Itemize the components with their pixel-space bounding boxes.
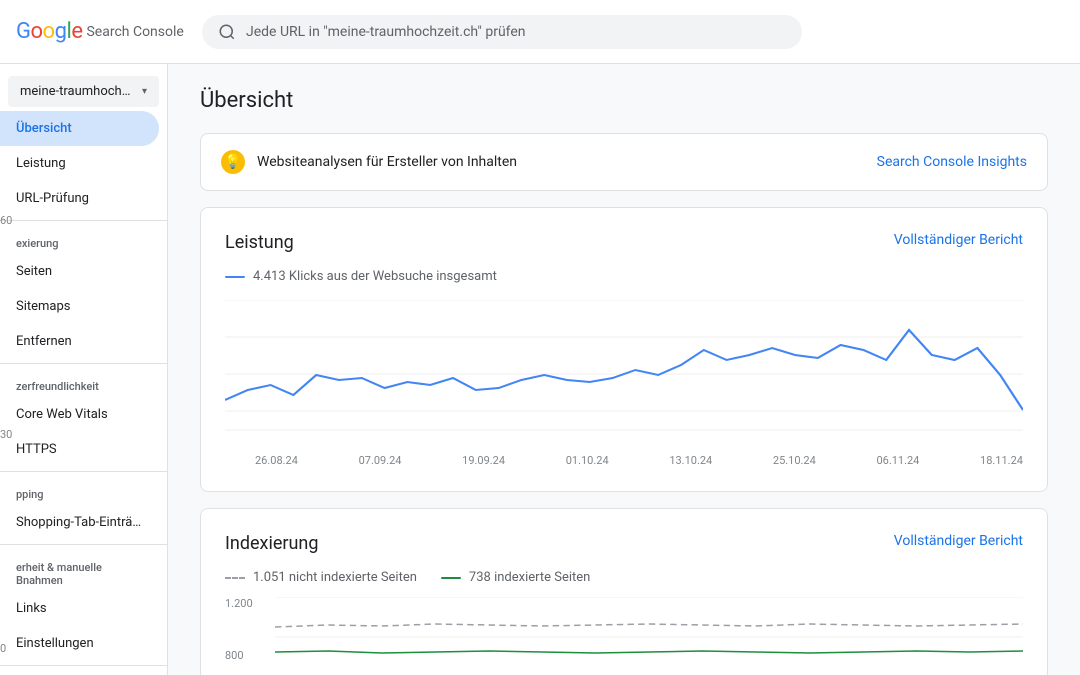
search-console-logo-text: Search Console [86, 24, 183, 40]
search-placeholder-text: Jede URL in "meine-traumhochzeit.ch" prü… [246, 24, 526, 40]
dropdown-arrow-icon: ▾ [142, 86, 147, 97]
search-bar[interactable]: Jede URL in "meine-traumhochzeit.ch" prü… [202, 15, 802, 49]
info-banner: 💡 Websiteanalysen für Ersteller von Inha… [200, 133, 1048, 191]
search-icon [218, 23, 236, 41]
x-label-3: 01.10.24 [566, 454, 609, 467]
performance-legend-label: 4.413 Klicks aus der Websuche insgesamt [253, 269, 497, 284]
search-console-insights-link[interactable]: Search Console Insights [877, 154, 1027, 170]
performance-card-header: Leistung Vollständiger Bericht [225, 232, 1023, 253]
logo-area: Google Search Console [16, 19, 186, 44]
x-label-0: 26.08.24 [255, 454, 298, 467]
info-banner-text: Websiteanalysen für Ersteller von Inhalt… [257, 154, 877, 170]
app-body: meine-traumhochze... ▾ Übersicht Leistun… [0, 64, 1080, 675]
indexing-legend-not-indexed: 1.051 nicht indexierte Seiten [225, 570, 417, 585]
x-label-6: 06.11.24 [876, 454, 919, 467]
indexing-card: Indexierung Vollständiger Bericht 1.051 … [200, 508, 1048, 675]
indexing-chart [275, 597, 1023, 675]
indexed-legend-line [441, 577, 461, 579]
x-label-2: 19.09.24 [462, 454, 505, 467]
indexing-y-labels: 1.200 800 400 [225, 597, 275, 675]
app-header: Google Search Console Jede URL in "meine… [0, 0, 1080, 64]
performance-full-report-link[interactable]: Vollständiger Bericht [894, 232, 1023, 248]
info-lightbulb-icon: 💡 [221, 150, 245, 174]
indexing-card-title: Indexierung [225, 533, 318, 554]
index-y-1200: 1.200 [225, 597, 275, 610]
google-logo: Google [16, 19, 82, 44]
x-label-1: 07.09.24 [359, 454, 402, 467]
indexing-legend: 1.051 nicht indexierte Seiten 738 indexi… [225, 570, 1023, 585]
performance-legend-line [225, 276, 245, 278]
indexing-card-header: Indexierung Vollständiger Bericht [225, 533, 1023, 554]
performance-card: Leistung Vollständiger Bericht 4.413 Kli… [200, 207, 1048, 492]
x-label-7: 18.11.24 [980, 454, 1023, 467]
performance-x-labels: 26.08.24 07.09.24 19.09.24 01.10.24 13.1… [225, 450, 1023, 467]
main-content: Übersicht 💡 Websiteanalysen für Erstelle… [168, 64, 1080, 675]
indexed-legend-label: 738 indexierte Seiten [469, 570, 590, 585]
indexing-legend-indexed: 738 indexierte Seiten [441, 570, 590, 585]
performance-chart-svg [225, 300, 1023, 450]
index-y-800: 800 [225, 649, 275, 662]
indexing-chart-area [275, 597, 1023, 675]
x-label-4: 13.10.24 [669, 454, 712, 467]
page-title: Übersicht [200, 88, 1048, 113]
performance-chart [225, 300, 1023, 450]
property-selector[interactable]: meine-traumhochze... ▾ [8, 76, 159, 107]
x-label-5: 25.10.24 [773, 454, 816, 467]
indexing-chart-wrapper: 1.200 800 400 [225, 597, 1023, 675]
performance-legend: 4.413 Klicks aus der Websuche insgesamt [225, 269, 1023, 284]
not-indexed-legend-line [225, 577, 245, 579]
indexing-full-report-link[interactable]: Vollständiger Bericht [894, 533, 1023, 549]
property-name: meine-traumhochze... [20, 84, 136, 99]
not-indexed-legend-label: 1.051 nicht indexierte Seiten [253, 570, 417, 585]
performance-card-title: Leistung [225, 232, 294, 253]
indexing-chart-svg [275, 597, 1023, 675]
